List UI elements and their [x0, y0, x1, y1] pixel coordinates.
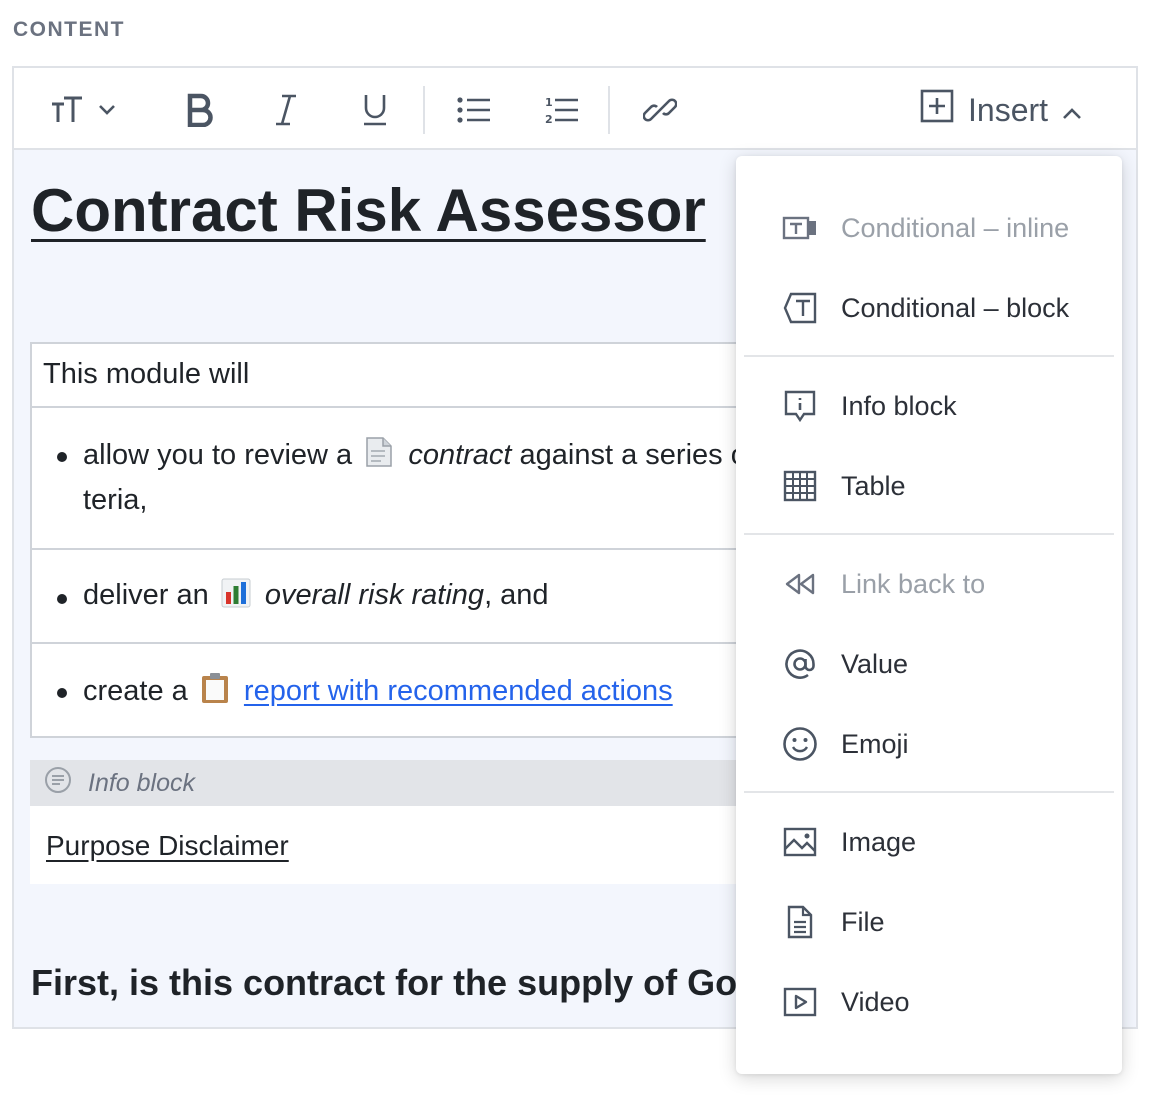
table-header-cell: This module will: [32, 344, 748, 406]
info-block-text: Purpose Disclaimer: [46, 830, 289, 861]
document-emoji: [364, 436, 394, 476]
svg-text:2: 2: [545, 113, 553, 125]
bullet-line: allow you to review a contract against a…: [83, 436, 748, 476]
menu-item-label: Info block: [841, 390, 957, 421]
menu-item-emoji[interactable]: Emoji: [736, 714, 1122, 774]
bullet-list-icon: [457, 96, 491, 124]
table-row: deliver an overall risk rating, and: [32, 548, 748, 642]
info-block-header: Info block: [30, 760, 750, 806]
info-block-content: Purpose Disclaimer: [30, 806, 750, 884]
numbered-list-button[interactable]: 12: [540, 90, 584, 130]
menu-item-image[interactable]: Image: [736, 812, 1122, 872]
menu-item-table[interactable]: Table: [736, 456, 1122, 516]
info-block-label: Info block: [88, 768, 196, 797]
underline-button[interactable]: [355, 90, 395, 130]
chevron-down-icon: [98, 104, 116, 116]
bullet-italic-text: contract: [408, 439, 512, 471]
menu-item-conditional-block[interactable]: Conditional – block: [736, 278, 1122, 338]
bullet-italic-text: overall risk rating: [264, 579, 485, 611]
menu-item-value[interactable]: Value: [736, 634, 1122, 694]
bold-icon: [186, 93, 214, 127]
link-button[interactable]: [638, 90, 682, 130]
video-icon: [780, 984, 820, 1020]
insert-menu: Conditional – inline Conditional – block…: [736, 156, 1122, 1074]
menu-item-label: Conditional – inline: [841, 212, 1070, 243]
question-heading: First, is this contract for the supply o…: [31, 962, 737, 1003]
text-size-icon: [50, 94, 84, 126]
insert-button[interactable]: Insert: [920, 89, 1082, 131]
text-style-dropdown[interactable]: [42, 90, 124, 130]
menu-divider: [744, 355, 1114, 357]
section-label: CONTENT: [13, 18, 125, 41]
smiley-icon: [780, 726, 820, 762]
menu-item-label: Video: [841, 986, 910, 1017]
bullet-line: deliver an overall risk rating, and: [83, 578, 549, 616]
table-header-text: This module will: [43, 358, 250, 390]
rewind-icon: [780, 566, 820, 602]
menu-item-label: File: [841, 906, 885, 937]
report-link[interactable]: report with recommended actions: [244, 675, 673, 707]
menu-item-link-back-to[interactable]: Link back to: [736, 554, 1122, 614]
table-icon: [780, 468, 820, 504]
insert-label: Insert: [968, 91, 1049, 128]
menu-item-label: Emoji: [841, 728, 909, 759]
menu-item-video[interactable]: Video: [736, 972, 1122, 1032]
bullet-text: deliver an: [83, 579, 209, 611]
bullet-text: create a: [83, 675, 188, 707]
bullet-list-button[interactable]: [452, 90, 496, 130]
bullet-line: create a report with recommended actions: [83, 672, 673, 712]
bar-chart-emoji: [221, 578, 251, 616]
clipboard-emoji: [200, 672, 230, 712]
image-icon: [780, 824, 820, 860]
menu-item-label: Value: [841, 648, 909, 679]
italic-button[interactable]: [266, 90, 306, 130]
info-block-icon: [44, 766, 72, 801]
italic-icon: [274, 94, 298, 126]
menu-item-label: Link back to: [841, 568, 986, 599]
numbered-list-icon: 12: [545, 95, 579, 125]
conditional-inline-icon: [780, 210, 820, 246]
toolbar-divider: [608, 86, 610, 134]
menu-item-info-block[interactable]: Info block: [736, 376, 1122, 436]
menu-item-file[interactable]: File: [736, 892, 1122, 952]
file-icon: [780, 904, 820, 940]
menu-divider: [744, 533, 1114, 535]
svg-text:1: 1: [545, 96, 553, 109]
at-sign-icon: [780, 646, 820, 682]
bold-button[interactable]: [180, 90, 220, 130]
menu-item-conditional-inline[interactable]: Conditional – inline: [736, 198, 1122, 258]
bullet-text: allow you to review a: [83, 439, 353, 471]
menu-item-label: Table: [841, 470, 906, 501]
content-table: This module will allow you to review a c…: [30, 342, 750, 738]
bullet-text: , and: [484, 579, 549, 611]
menu-item-label: Image: [841, 826, 917, 857]
document-title: Contract Risk Assessor: [31, 177, 706, 244]
editor-toolbar: 12 Insert: [14, 68, 1136, 150]
plus-square-icon: [920, 89, 954, 131]
table-row: allow you to review a contract against a…: [32, 406, 748, 548]
menu-item-label: Conditional – block: [841, 292, 1070, 323]
link-icon: [643, 93, 677, 127]
menu-divider: [744, 791, 1114, 793]
chevron-up-icon: [1062, 92, 1082, 129]
bullet-line: teria,: [83, 484, 148, 516]
table-row: create a report with recommended actions: [32, 642, 748, 736]
underline-icon: [362, 93, 388, 127]
bullet-text: against a series of cri: [519, 439, 748, 471]
conditional-block-icon: [780, 290, 820, 326]
toolbar-divider: [423, 86, 425, 134]
info-block-icon: [780, 388, 820, 424]
